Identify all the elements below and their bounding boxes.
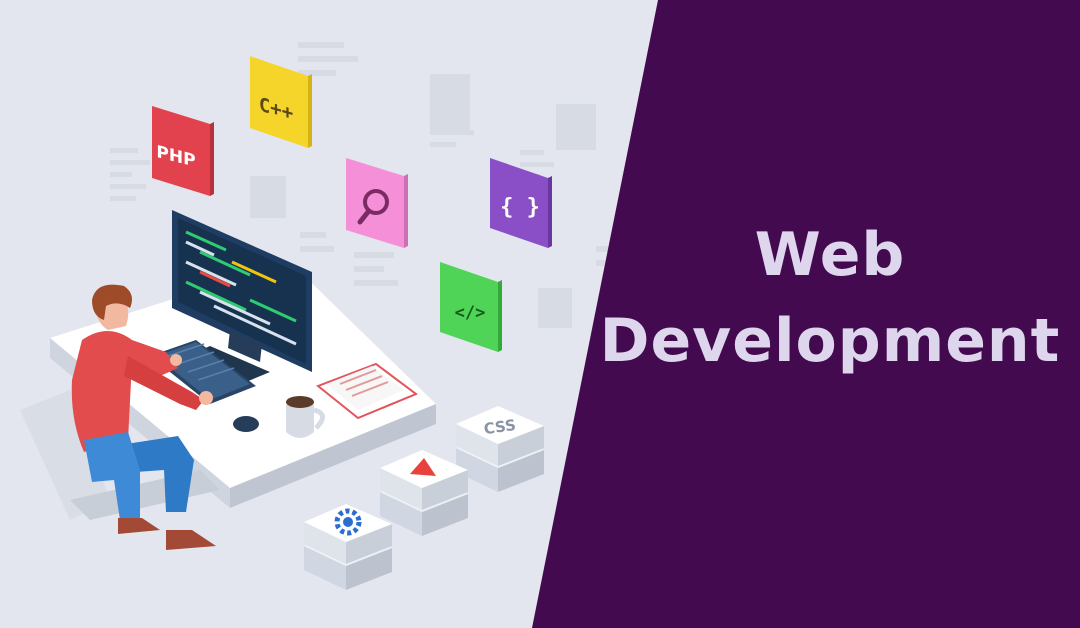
headline-line-2: Development <box>599 306 1061 376</box>
headline-line-1: Web <box>754 220 906 290</box>
page-title: Web Development <box>580 212 1080 384</box>
web-development-banner: PHP C++ { } </> CSS Web Development <box>0 0 1080 628</box>
